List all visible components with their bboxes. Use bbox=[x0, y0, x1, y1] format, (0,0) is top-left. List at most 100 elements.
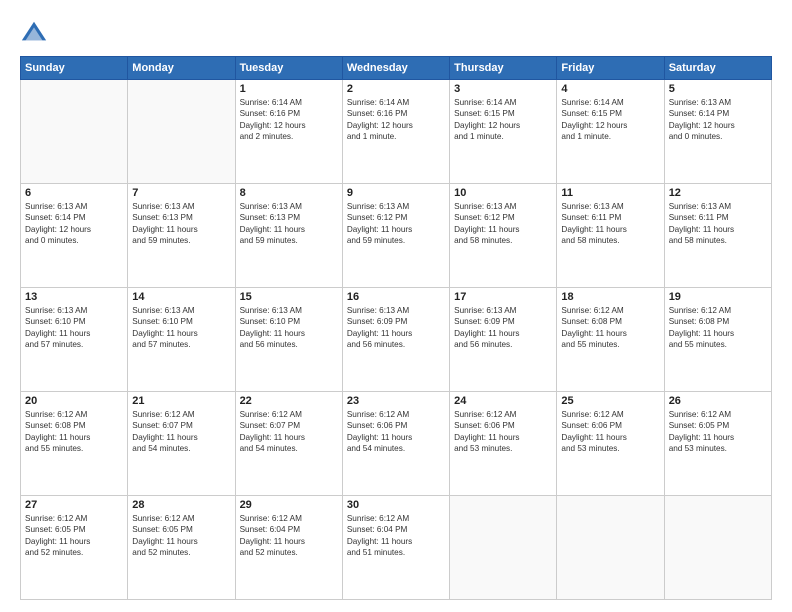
day-number: 4 bbox=[561, 83, 659, 95]
day-number: 16 bbox=[347, 291, 445, 303]
weekday-monday: Monday bbox=[128, 57, 235, 80]
day-number: 18 bbox=[561, 291, 659, 303]
cell-sun-info: Sunrise: 6:13 AM Sunset: 6:09 PM Dayligh… bbox=[347, 305, 445, 351]
week-row-3: 13 Sunrise: 6:13 AM Sunset: 6:10 PM Dayli… bbox=[21, 288, 772, 392]
calendar-cell bbox=[664, 496, 771, 600]
weekday-saturday: Saturday bbox=[664, 57, 771, 80]
cell-sun-info: Sunrise: 6:13 AM Sunset: 6:10 PM Dayligh… bbox=[132, 305, 230, 351]
day-number: 21 bbox=[132, 395, 230, 407]
cell-sun-info: Sunrise: 6:14 AM Sunset: 6:15 PM Dayligh… bbox=[454, 97, 552, 143]
cell-sun-info: Sunrise: 6:12 AM Sunset: 6:05 PM Dayligh… bbox=[669, 409, 767, 455]
calendar-cell: 7Sunrise: 6:13 AM Sunset: 6:13 PM Daylig… bbox=[128, 184, 235, 288]
cell-sun-info: Sunrise: 6:13 AM Sunset: 6:14 PM Dayligh… bbox=[669, 97, 767, 143]
day-number: 27 bbox=[25, 499, 123, 511]
weekday-header-row: SundayMondayTuesdayWednesdayThursdayFrid… bbox=[21, 57, 772, 80]
calendar-cell: 22 Sunrise: 6:12 AM Sunset: 6:07 PM Dayli… bbox=[235, 392, 342, 496]
week-row-4: 20 Sunrise: 6:12 AM Sunset: 6:08 PM Dayli… bbox=[21, 392, 772, 496]
weekday-sunday: Sunday bbox=[21, 57, 128, 80]
calendar-cell: 20 Sunrise: 6:12 AM Sunset: 6:08 PM Dayli… bbox=[21, 392, 128, 496]
calendar-cell: 17 Sunrise: 6:13 AM Sunset: 6:09 PM Dayli… bbox=[450, 288, 557, 392]
calendar-cell bbox=[450, 496, 557, 600]
day-number: 25 bbox=[561, 395, 659, 407]
weekday-friday: Friday bbox=[557, 57, 664, 80]
cell-sun-info: Sunrise: 6:13 AM Sunset: 6:14 PM Dayligh… bbox=[25, 201, 123, 247]
calendar-cell: 10 Sunrise: 6:13 AM Sunset: 6:12 PM Dayli… bbox=[450, 184, 557, 288]
day-number: 13 bbox=[25, 291, 123, 303]
cell-sun-info: Sunrise: 6:12 AM Sunset: 6:05 PM Dayligh… bbox=[25, 513, 123, 559]
day-number: 14 bbox=[132, 291, 230, 303]
day-number: 19 bbox=[669, 291, 767, 303]
calendar-cell: 21 Sunrise: 6:12 AM Sunset: 6:07 PM Dayli… bbox=[128, 392, 235, 496]
day-number: 26 bbox=[669, 395, 767, 407]
cell-sun-info: Sunrise: 6:12 AM Sunset: 6:04 PM Dayligh… bbox=[347, 513, 445, 559]
cell-sun-info: Sunrise: 6:13 AM Sunset: 6:13 PM Dayligh… bbox=[132, 201, 230, 247]
cell-sun-info: Sunrise: 6:14 AM Sunset: 6:16 PM Dayligh… bbox=[347, 97, 445, 143]
logo bbox=[20, 18, 52, 46]
day-number: 9 bbox=[347, 187, 445, 199]
calendar-cell: 12Sunrise: 6:13 AM Sunset: 6:11 PM Dayli… bbox=[664, 184, 771, 288]
day-number: 11 bbox=[561, 187, 659, 199]
cell-sun-info: Sunrise: 6:14 AM Sunset: 6:16 PM Dayligh… bbox=[240, 97, 338, 143]
calendar-cell: 13 Sunrise: 6:13 AM Sunset: 6:10 PM Dayli… bbox=[21, 288, 128, 392]
day-number: 6 bbox=[25, 187, 123, 199]
cell-sun-info: Sunrise: 6:13 AM Sunset: 6:11 PM Dayligh… bbox=[669, 201, 767, 247]
day-number: 10 bbox=[454, 187, 552, 199]
week-row-1: 1 Sunrise: 6:14 AM Sunset: 6:16 PM Daylig… bbox=[21, 80, 772, 184]
calendar-cell: 26 Sunrise: 6:12 AM Sunset: 6:05 PM Dayli… bbox=[664, 392, 771, 496]
cell-sun-info: Sunrise: 6:12 AM Sunset: 6:05 PM Dayligh… bbox=[132, 513, 230, 559]
day-number: 29 bbox=[240, 499, 338, 511]
cell-sun-info: Sunrise: 6:12 AM Sunset: 6:08 PM Dayligh… bbox=[25, 409, 123, 455]
day-number: 28 bbox=[132, 499, 230, 511]
cell-sun-info: Sunrise: 6:12 AM Sunset: 6:06 PM Dayligh… bbox=[454, 409, 552, 455]
cell-sun-info: Sunrise: 6:12 AM Sunset: 6:07 PM Dayligh… bbox=[132, 409, 230, 455]
calendar-cell bbox=[128, 80, 235, 184]
cell-sun-info: Sunrise: 6:13 AM Sunset: 6:11 PM Dayligh… bbox=[561, 201, 659, 247]
day-number: 1 bbox=[240, 83, 338, 95]
weekday-tuesday: Tuesday bbox=[235, 57, 342, 80]
week-row-5: 27 Sunrise: 6:12 AM Sunset: 6:05 PM Dayli… bbox=[21, 496, 772, 600]
calendar-cell: 3 Sunrise: 6:14 AM Sunset: 6:15 PM Daylig… bbox=[450, 80, 557, 184]
day-number: 15 bbox=[240, 291, 338, 303]
cell-sun-info: Sunrise: 6:13 AM Sunset: 6:09 PM Dayligh… bbox=[454, 305, 552, 351]
calendar-cell: 27 Sunrise: 6:12 AM Sunset: 6:05 PM Dayli… bbox=[21, 496, 128, 600]
calendar-cell: 5 Sunrise: 6:13 AM Sunset: 6:14 PM Daylig… bbox=[664, 80, 771, 184]
calendar-table: SundayMondayTuesdayWednesdayThursdayFrid… bbox=[20, 56, 772, 600]
day-number: 2 bbox=[347, 83, 445, 95]
logo-icon bbox=[20, 18, 48, 46]
cell-sun-info: Sunrise: 6:12 AM Sunset: 6:07 PM Dayligh… bbox=[240, 409, 338, 455]
cell-sun-info: Sunrise: 6:12 AM Sunset: 6:08 PM Dayligh… bbox=[669, 305, 767, 351]
calendar-cell: 9Sunrise: 6:13 AM Sunset: 6:12 PM Daylig… bbox=[342, 184, 449, 288]
cell-sun-info: Sunrise: 6:14 AM Sunset: 6:15 PM Dayligh… bbox=[561, 97, 659, 143]
header bbox=[20, 18, 772, 46]
calendar-cell bbox=[21, 80, 128, 184]
day-number: 5 bbox=[669, 83, 767, 95]
cell-sun-info: Sunrise: 6:13 AM Sunset: 6:12 PM Dayligh… bbox=[454, 201, 552, 247]
calendar-cell: 4 Sunrise: 6:14 AM Sunset: 6:15 PM Daylig… bbox=[557, 80, 664, 184]
cell-sun-info: Sunrise: 6:12 AM Sunset: 6:04 PM Dayligh… bbox=[240, 513, 338, 559]
calendar-cell: 8Sunrise: 6:13 AM Sunset: 6:13 PM Daylig… bbox=[235, 184, 342, 288]
calendar-cell: 1 Sunrise: 6:14 AM Sunset: 6:16 PM Daylig… bbox=[235, 80, 342, 184]
calendar-cell: 19 Sunrise: 6:12 AM Sunset: 6:08 PM Dayli… bbox=[664, 288, 771, 392]
cell-sun-info: Sunrise: 6:12 AM Sunset: 6:06 PM Dayligh… bbox=[561, 409, 659, 455]
calendar-cell: 18 Sunrise: 6:12 AM Sunset: 6:08 PM Dayli… bbox=[557, 288, 664, 392]
calendar-cell bbox=[557, 496, 664, 600]
day-number: 30 bbox=[347, 499, 445, 511]
day-number: 8 bbox=[240, 187, 338, 199]
calendar-cell: 30 Sunrise: 6:12 AM Sunset: 6:04 PM Dayli… bbox=[342, 496, 449, 600]
calendar-cell: 25 Sunrise: 6:12 AM Sunset: 6:06 PM Dayli… bbox=[557, 392, 664, 496]
calendar-cell: 16 Sunrise: 6:13 AM Sunset: 6:09 PM Dayli… bbox=[342, 288, 449, 392]
cell-sun-info: Sunrise: 6:13 AM Sunset: 6:10 PM Dayligh… bbox=[240, 305, 338, 351]
cell-sun-info: Sunrise: 6:12 AM Sunset: 6:08 PM Dayligh… bbox=[561, 305, 659, 351]
calendar-cell: 28 Sunrise: 6:12 AM Sunset: 6:05 PM Dayli… bbox=[128, 496, 235, 600]
day-number: 17 bbox=[454, 291, 552, 303]
cell-sun-info: Sunrise: 6:13 AM Sunset: 6:10 PM Dayligh… bbox=[25, 305, 123, 351]
day-number: 3 bbox=[454, 83, 552, 95]
calendar-cell: 15 Sunrise: 6:13 AM Sunset: 6:10 PM Dayli… bbox=[235, 288, 342, 392]
calendar-cell: 23Sunrise: 6:12 AM Sunset: 6:06 PM Dayli… bbox=[342, 392, 449, 496]
weekday-wednesday: Wednesday bbox=[342, 57, 449, 80]
calendar-cell: 11 Sunrise: 6:13 AM Sunset: 6:11 PM Dayli… bbox=[557, 184, 664, 288]
calendar-cell: 14 Sunrise: 6:13 AM Sunset: 6:10 PM Dayli… bbox=[128, 288, 235, 392]
calendar-cell: 29 Sunrise: 6:12 AM Sunset: 6:04 PM Dayli… bbox=[235, 496, 342, 600]
day-number: 22 bbox=[240, 395, 338, 407]
day-number: 20 bbox=[25, 395, 123, 407]
